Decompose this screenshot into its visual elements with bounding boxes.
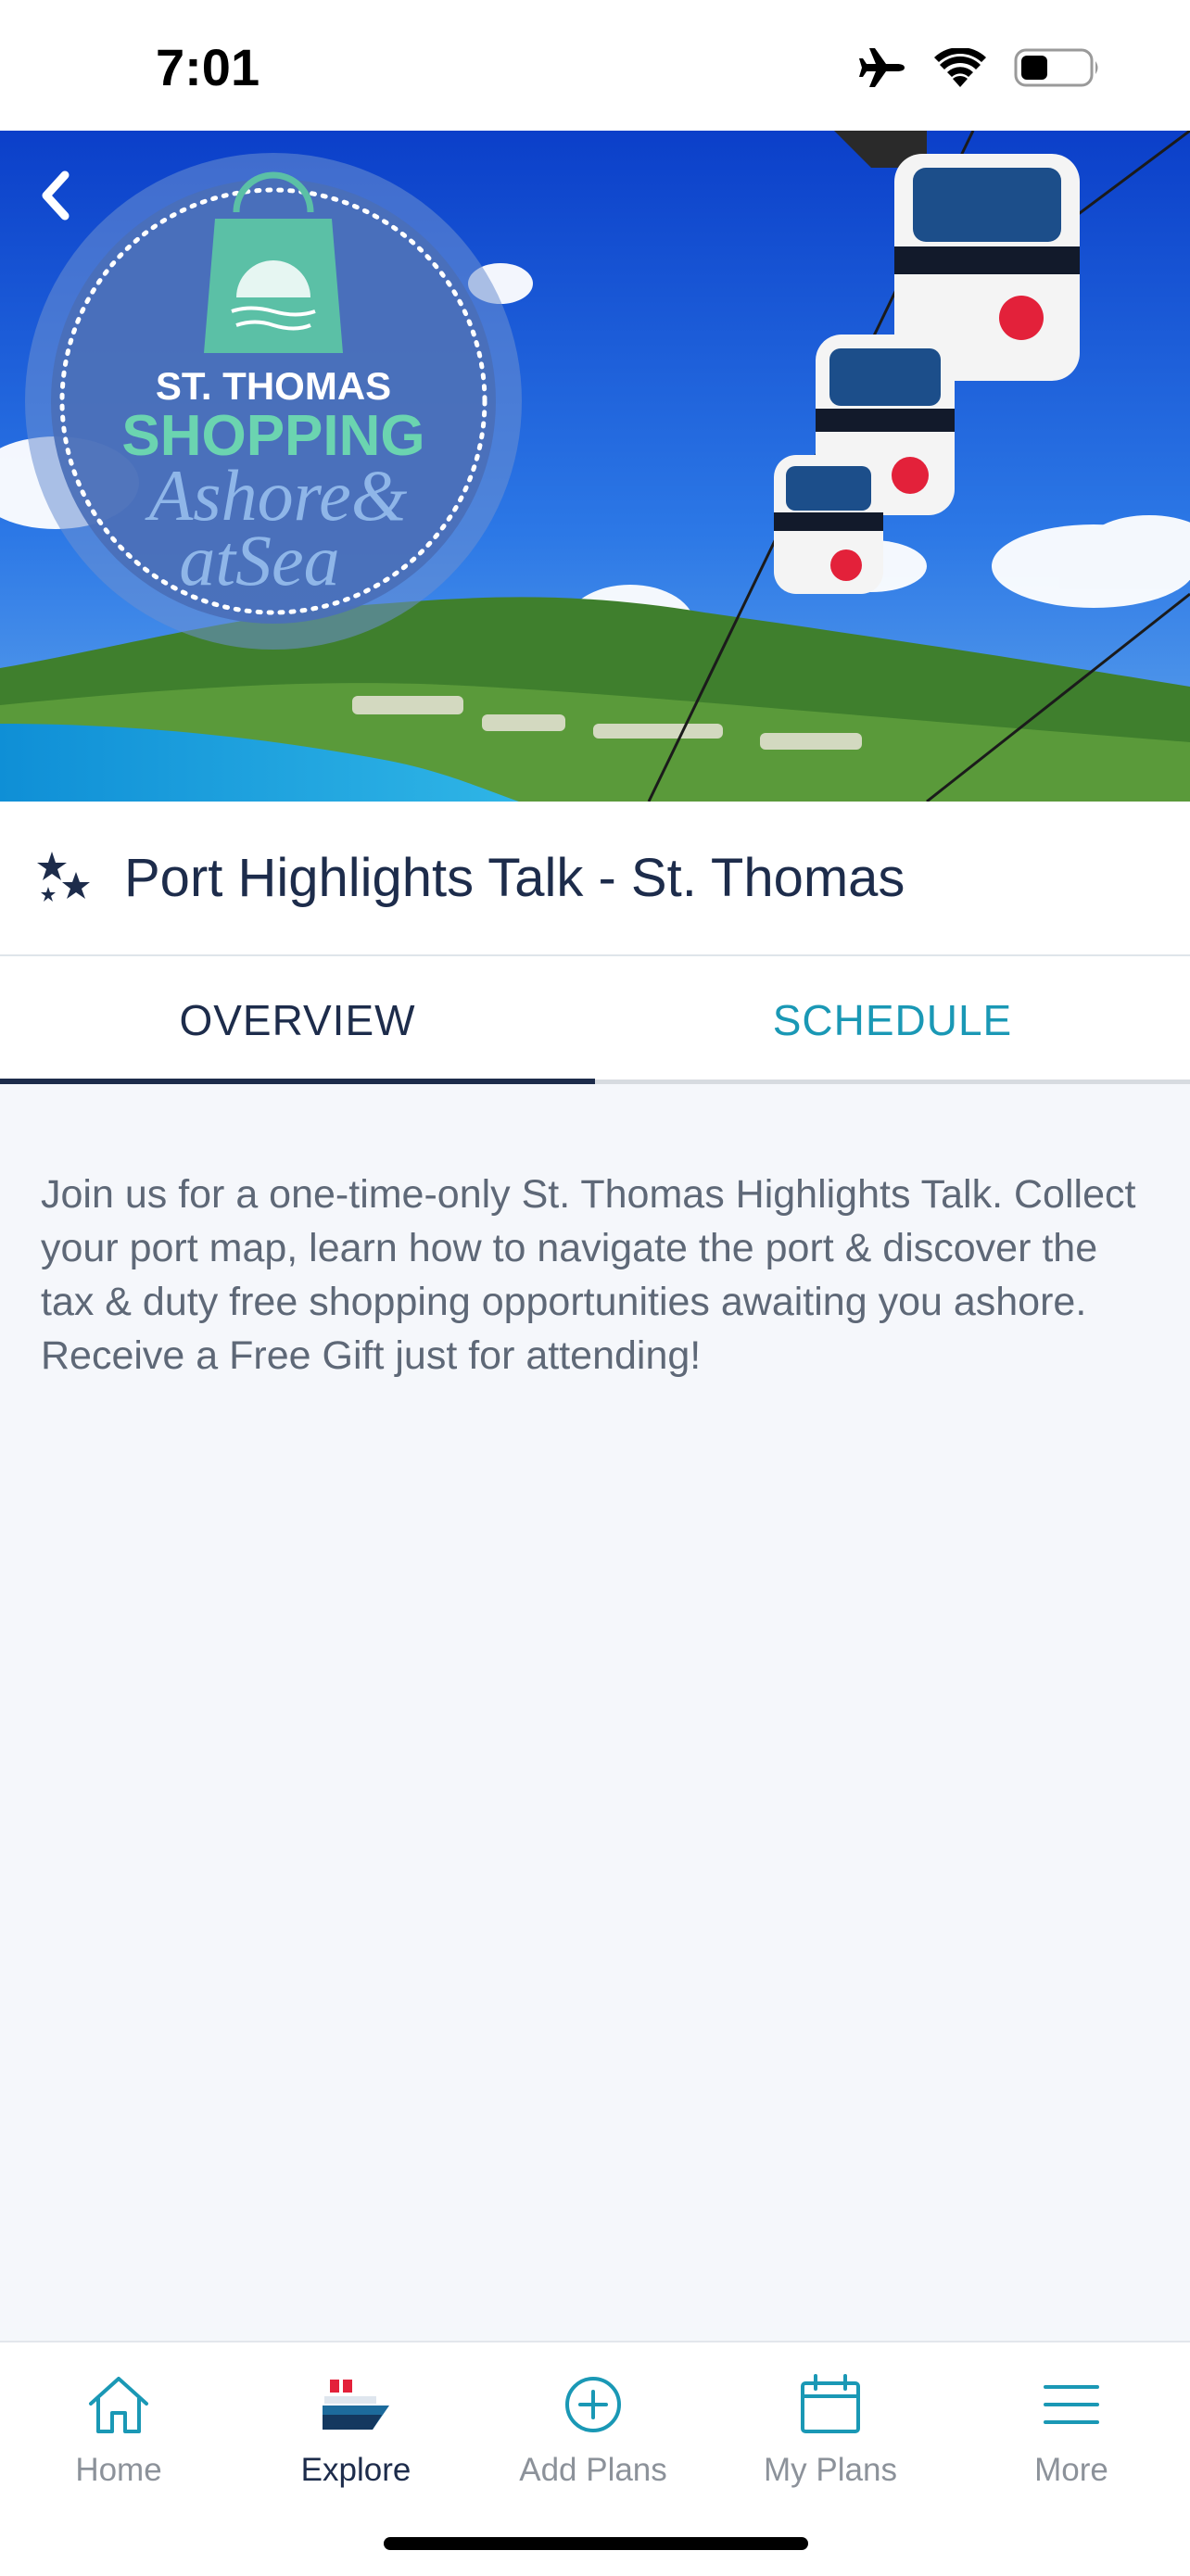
stars-icon — [37, 851, 90, 902]
nav-add-plans[interactable]: Add Plans — [475, 2363, 712, 2489]
nav-home[interactable]: Home — [0, 2363, 237, 2489]
back-button[interactable] — [37, 168, 120, 251]
plus-circle-icon — [565, 2377, 621, 2432]
tab-bar: OVERVIEW SCHEDULE — [0, 956, 1190, 1084]
chevron-left-icon — [42, 170, 70, 221]
nav-more[interactable]: More — [953, 2363, 1190, 2489]
battery-icon — [1014, 48, 1098, 87]
tab-schedule[interactable]: SCHEDULE — [595, 956, 1190, 1084]
nav-more-label: More — [1034, 2452, 1108, 2488]
nav-my-plans[interactable]: My Plans — [712, 2363, 949, 2489]
page-title: Port Highlights Talk - St. Thomas — [124, 848, 905, 908]
home-icon — [89, 2377, 148, 2433]
home-indicator — [384, 2537, 808, 2550]
status-bar: 7:01 — [0, 0, 1190, 131]
menu-icon — [1044, 2385, 1099, 2424]
overview-description: Join us for a one-time-only St. Thomas H… — [41, 1172, 1136, 1378]
logo-line4: atSea — [179, 520, 339, 600]
status-time: 7:01 — [156, 38, 260, 96]
airplane-icon — [859, 48, 905, 87]
tab-overview[interactable]: OVERVIEW — [0, 956, 595, 1084]
nav-my-plans-label: My Plans — [764, 2452, 897, 2488]
nav-explore[interactable]: Explore — [237, 2363, 475, 2489]
nav-add-plans-label: Add Plans — [519, 2452, 667, 2488]
ship-icon — [323, 2380, 389, 2430]
nav-explore-label: Explore — [300, 2452, 411, 2488]
status-icons — [858, 46, 1101, 89]
event-title-row: Port Highlights Talk - St. Thomas — [0, 802, 1190, 956]
nav-home-label: Home — [75, 2452, 162, 2488]
wifi-icon — [934, 48, 986, 87]
calendar-icon — [801, 2374, 860, 2433]
hero-image: ST. THOMAS SHOPPING Ashore& atSea — [0, 131, 1190, 802]
logo-line1: ST. THOMAS — [156, 364, 391, 408]
